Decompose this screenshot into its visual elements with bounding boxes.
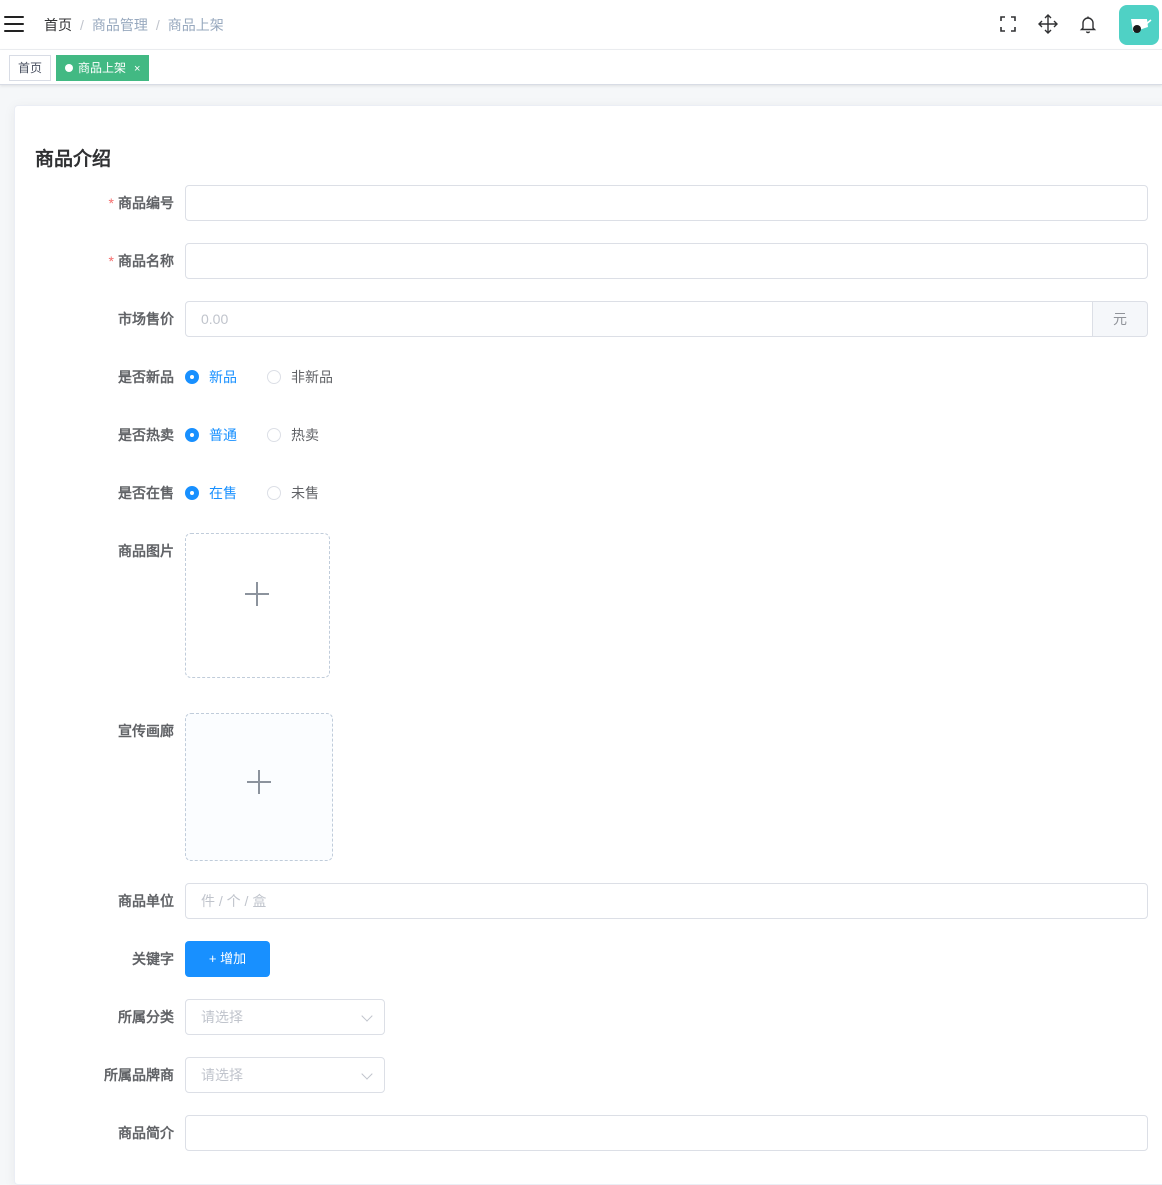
product-code-input[interactable] bbox=[185, 185, 1148, 221]
tag-close-icon[interactable]: × bbox=[134, 63, 140, 75]
radio-not-on-sale[interactable]: 未售 bbox=[267, 475, 319, 511]
radio-label: 热卖 bbox=[291, 427, 319, 443]
section-title: 商品介绍 bbox=[35, 149, 112, 170]
form-label: 是否新品 bbox=[118, 369, 174, 385]
radio-circle bbox=[267, 486, 281, 500]
breadcrumb-item-home[interactable]: 首页 bbox=[44, 17, 72, 33]
price-unit-append: 元 bbox=[1093, 301, 1148, 337]
tags-view: 首页 商品上架 × bbox=[0, 50, 1162, 85]
breadcrumb-separator: / bbox=[155, 17, 160, 33]
market-price-input[interactable]: 0.00 bbox=[185, 301, 1093, 337]
fullscreen-icon[interactable] bbox=[997, 13, 1019, 35]
brand-select[interactable]: 请选择 bbox=[185, 1057, 385, 1093]
chevron-down-icon bbox=[361, 1010, 373, 1022]
required-mark: * bbox=[108, 253, 114, 269]
is-hot-radio-group: 普通 热卖 bbox=[185, 417, 349, 453]
breadcrumb: 首页 / 商品管理 / 商品上架 bbox=[44, 16, 224, 34]
radio-label: 在售 bbox=[209, 485, 237, 501]
radio-circle bbox=[185, 486, 199, 500]
category-placeholder: 请选择 bbox=[201, 1009, 243, 1025]
product-form-card: 商品介绍 * 商品编号 * 商品名称 市场售价 0.00 元 是否新品 新品 非新品 … bbox=[14, 105, 1162, 1185]
plus-icon bbox=[245, 582, 269, 606]
radio-circle bbox=[267, 370, 281, 384]
category-select[interactable]: 请选择 bbox=[185, 999, 385, 1035]
breadcrumb-item-product-management: 商品管理 bbox=[91, 17, 148, 33]
radio-normal[interactable]: 普通 bbox=[185, 417, 237, 453]
radio-hot[interactable]: 热卖 bbox=[267, 417, 319, 453]
form-label: 是否在售 bbox=[118, 485, 174, 501]
on-sale-radio-group: 在售 未售 bbox=[185, 475, 349, 511]
menu-icon[interactable] bbox=[4, 15, 24, 33]
plus-icon bbox=[247, 770, 271, 794]
form-label: 关键字 bbox=[132, 951, 174, 967]
market-price-placeholder: 0.00 bbox=[201, 311, 229, 327]
navbar: 首页 / 商品管理 / 商品上架 bbox=[0, 0, 1162, 50]
radio-circle bbox=[185, 370, 199, 384]
radio-on-sale[interactable]: 在售 bbox=[185, 475, 237, 511]
bell-icon[interactable] bbox=[1077, 13, 1099, 35]
breadcrumb-item-product-listing: 商品上架 bbox=[167, 17, 224, 33]
form-label: 商品简介 bbox=[118, 1125, 174, 1141]
avatar[interactable] bbox=[1119, 5, 1159, 45]
move-icon[interactable] bbox=[1037, 13, 1059, 35]
brief-input[interactable] bbox=[185, 1115, 1148, 1151]
radio-circle bbox=[185, 428, 199, 442]
form-label-text: 商品名称 bbox=[118, 253, 174, 269]
radio-circle bbox=[267, 428, 281, 442]
form-label: 市场售价 bbox=[118, 311, 174, 327]
form-label: 商品单位 bbox=[118, 893, 174, 909]
radio-label: 非新品 bbox=[291, 369, 333, 385]
tag-home[interactable]: 首页 bbox=[9, 55, 52, 81]
form-label: 所属品牌商 bbox=[104, 1067, 174, 1083]
is-new-radio-group: 新品 非新品 bbox=[185, 359, 363, 395]
form-label: 宣传画廊 bbox=[118, 723, 174, 739]
radio-new[interactable]: 新品 bbox=[185, 359, 237, 395]
form-label: * 商品名称 bbox=[15, 243, 174, 279]
tag-product-listing[interactable]: 商品上架 × bbox=[56, 55, 150, 81]
form-label: * 商品编号 bbox=[15, 185, 174, 221]
brand-placeholder: 请选择 bbox=[201, 1067, 243, 1083]
form-label: 是否热卖 bbox=[118, 427, 174, 443]
breadcrumb-separator: / bbox=[80, 17, 84, 33]
chevron-down-icon bbox=[361, 1068, 373, 1080]
product-name-input[interactable] bbox=[185, 243, 1148, 279]
form-label: 所属分类 bbox=[118, 1009, 174, 1025]
radio-not-new[interactable]: 非新品 bbox=[267, 359, 333, 395]
form-label-text: 商品编号 bbox=[118, 195, 174, 211]
radio-label: 普通 bbox=[209, 427, 237, 443]
gallery-uploader[interactable] bbox=[185, 713, 333, 861]
tag-product-listing-label: 商品上架 bbox=[78, 61, 127, 75]
form-label: 商品图片 bbox=[118, 543, 174, 559]
radio-label: 未售 bbox=[291, 485, 319, 501]
unit-input[interactable]: 件 / 个 / 盒 bbox=[185, 883, 1148, 919]
product-image-uploader[interactable] bbox=[185, 533, 330, 678]
radio-label: 新品 bbox=[209, 369, 237, 385]
required-mark: * bbox=[108, 195, 114, 211]
add-keyword-button[interactable]: + 增加 bbox=[185, 941, 270, 977]
tag-active-dot bbox=[65, 64, 73, 72]
unit-placeholder: 件 / 个 / 盒 bbox=[201, 893, 267, 909]
tag-home-label: 首页 bbox=[18, 61, 43, 75]
